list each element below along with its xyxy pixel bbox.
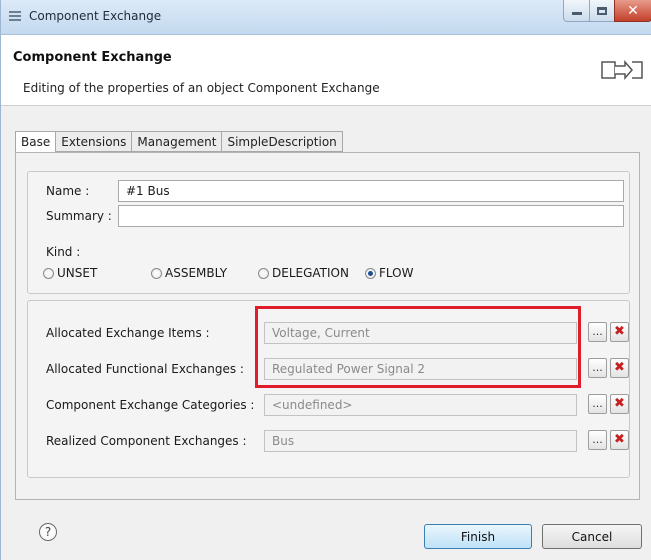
component-exchange-categories-delete-button[interactable]: ✖ (610, 394, 629, 414)
maximize-icon (597, 6, 607, 15)
header-description: Editing of the properties of an object C… (23, 81, 380, 95)
general-group: Name : #1 Bus Summary : Kind : UNSET ASS… (27, 171, 630, 294)
name-field[interactable]: #1 Bus (118, 180, 624, 202)
title-bar: Component Exchange ✕ (1, 0, 651, 35)
kind-option-label: DELEGATION (272, 266, 349, 280)
radio-delegation-icon (258, 267, 269, 279)
tab-simple-description[interactable]: SimpleDescription (222, 131, 343, 152)
window-title: Component Exchange (29, 9, 162, 23)
realized-component-exchanges-browse-button[interactable]: ... (588, 430, 607, 450)
close-icon: ✕ (627, 2, 639, 19)
component-exchange-icon (601, 60, 643, 80)
component-exchange-categories-field: <undefined> (264, 394, 577, 416)
allocated-exchange-items-delete-button[interactable]: ✖ (610, 322, 629, 342)
cancel-button[interactable]: Cancel (542, 524, 642, 549)
radio-assembly-icon (151, 267, 162, 279)
component-exchange-categories-label: Component Exchange Categories : (46, 398, 255, 412)
header-title: Component Exchange (13, 50, 172, 65)
allocated-exchange-items-label: Allocated Exchange Items : (46, 326, 210, 340)
allocated-functional-exchanges-browse-button[interactable]: ... (588, 358, 607, 378)
tab-base[interactable]: Base (15, 131, 57, 153)
realized-component-exchanges-field: Bus (264, 430, 577, 452)
tab-management[interactable]: Management (132, 131, 223, 152)
allocated-exchange-items-field: Voltage, Current (264, 322, 577, 344)
kind-radio-assembly[interactable]: ASSEMBLY (151, 266, 227, 280)
component-exchange-categories-browse-button[interactable]: ... (588, 394, 607, 414)
help-icon[interactable]: ? (39, 523, 57, 541)
minimize-button[interactable] (563, 0, 590, 22)
allocated-functional-exchanges-label: Allocated Functional Exchanges : (46, 362, 244, 376)
kind-radio-unset[interactable]: UNSET (43, 266, 97, 280)
allocated-exchange-items-browse-button[interactable]: ... (588, 322, 607, 342)
kind-radio-delegation[interactable]: DELEGATION (258, 266, 349, 280)
realized-component-exchanges-label: Realized Component Exchanges : (46, 434, 247, 448)
kind-radio-flow[interactable]: FLOW (365, 266, 413, 280)
tab-bar: Base Extensions Management SimpleDescrip… (15, 131, 343, 153)
finish-button[interactable]: Finish (424, 524, 532, 549)
kind-option-label: FLOW (379, 266, 414, 280)
kind-option-label: UNSET (57, 266, 98, 280)
close-button[interactable]: ✕ (614, 0, 651, 22)
app-menu-icon (9, 11, 21, 21)
radio-flow-selected-icon (365, 267, 376, 279)
allocations-group: Allocated Exchange Items : Voltage, Curr… (27, 300, 630, 478)
allocated-functional-exchanges-field: Regulated Power Signal 2 (264, 358, 577, 380)
summary-label: Summary : (46, 209, 112, 223)
tab-extensions[interactable]: Extensions (56, 131, 133, 152)
name-label: Name : (46, 184, 90, 198)
kind-label: Kind : (46, 245, 81, 259)
allocated-functional-exchanges-delete-button[interactable]: ✖ (610, 358, 629, 378)
radio-unset-icon (43, 267, 54, 279)
dialog-header: Component Exchange Editing of the proper… (1, 35, 651, 106)
summary-field[interactable] (118, 205, 624, 227)
tab-content: Name : #1 Bus Summary : Kind : UNSET ASS… (15, 152, 640, 500)
minimize-icon (571, 12, 582, 15)
kind-option-label: ASSEMBLY (165, 266, 228, 280)
maximize-button[interactable] (589, 0, 615, 22)
dialog-window: Component Exchange ✕ Component Exchange … (0, 0, 651, 560)
realized-component-exchanges-delete-button[interactable]: ✖ (610, 430, 629, 450)
